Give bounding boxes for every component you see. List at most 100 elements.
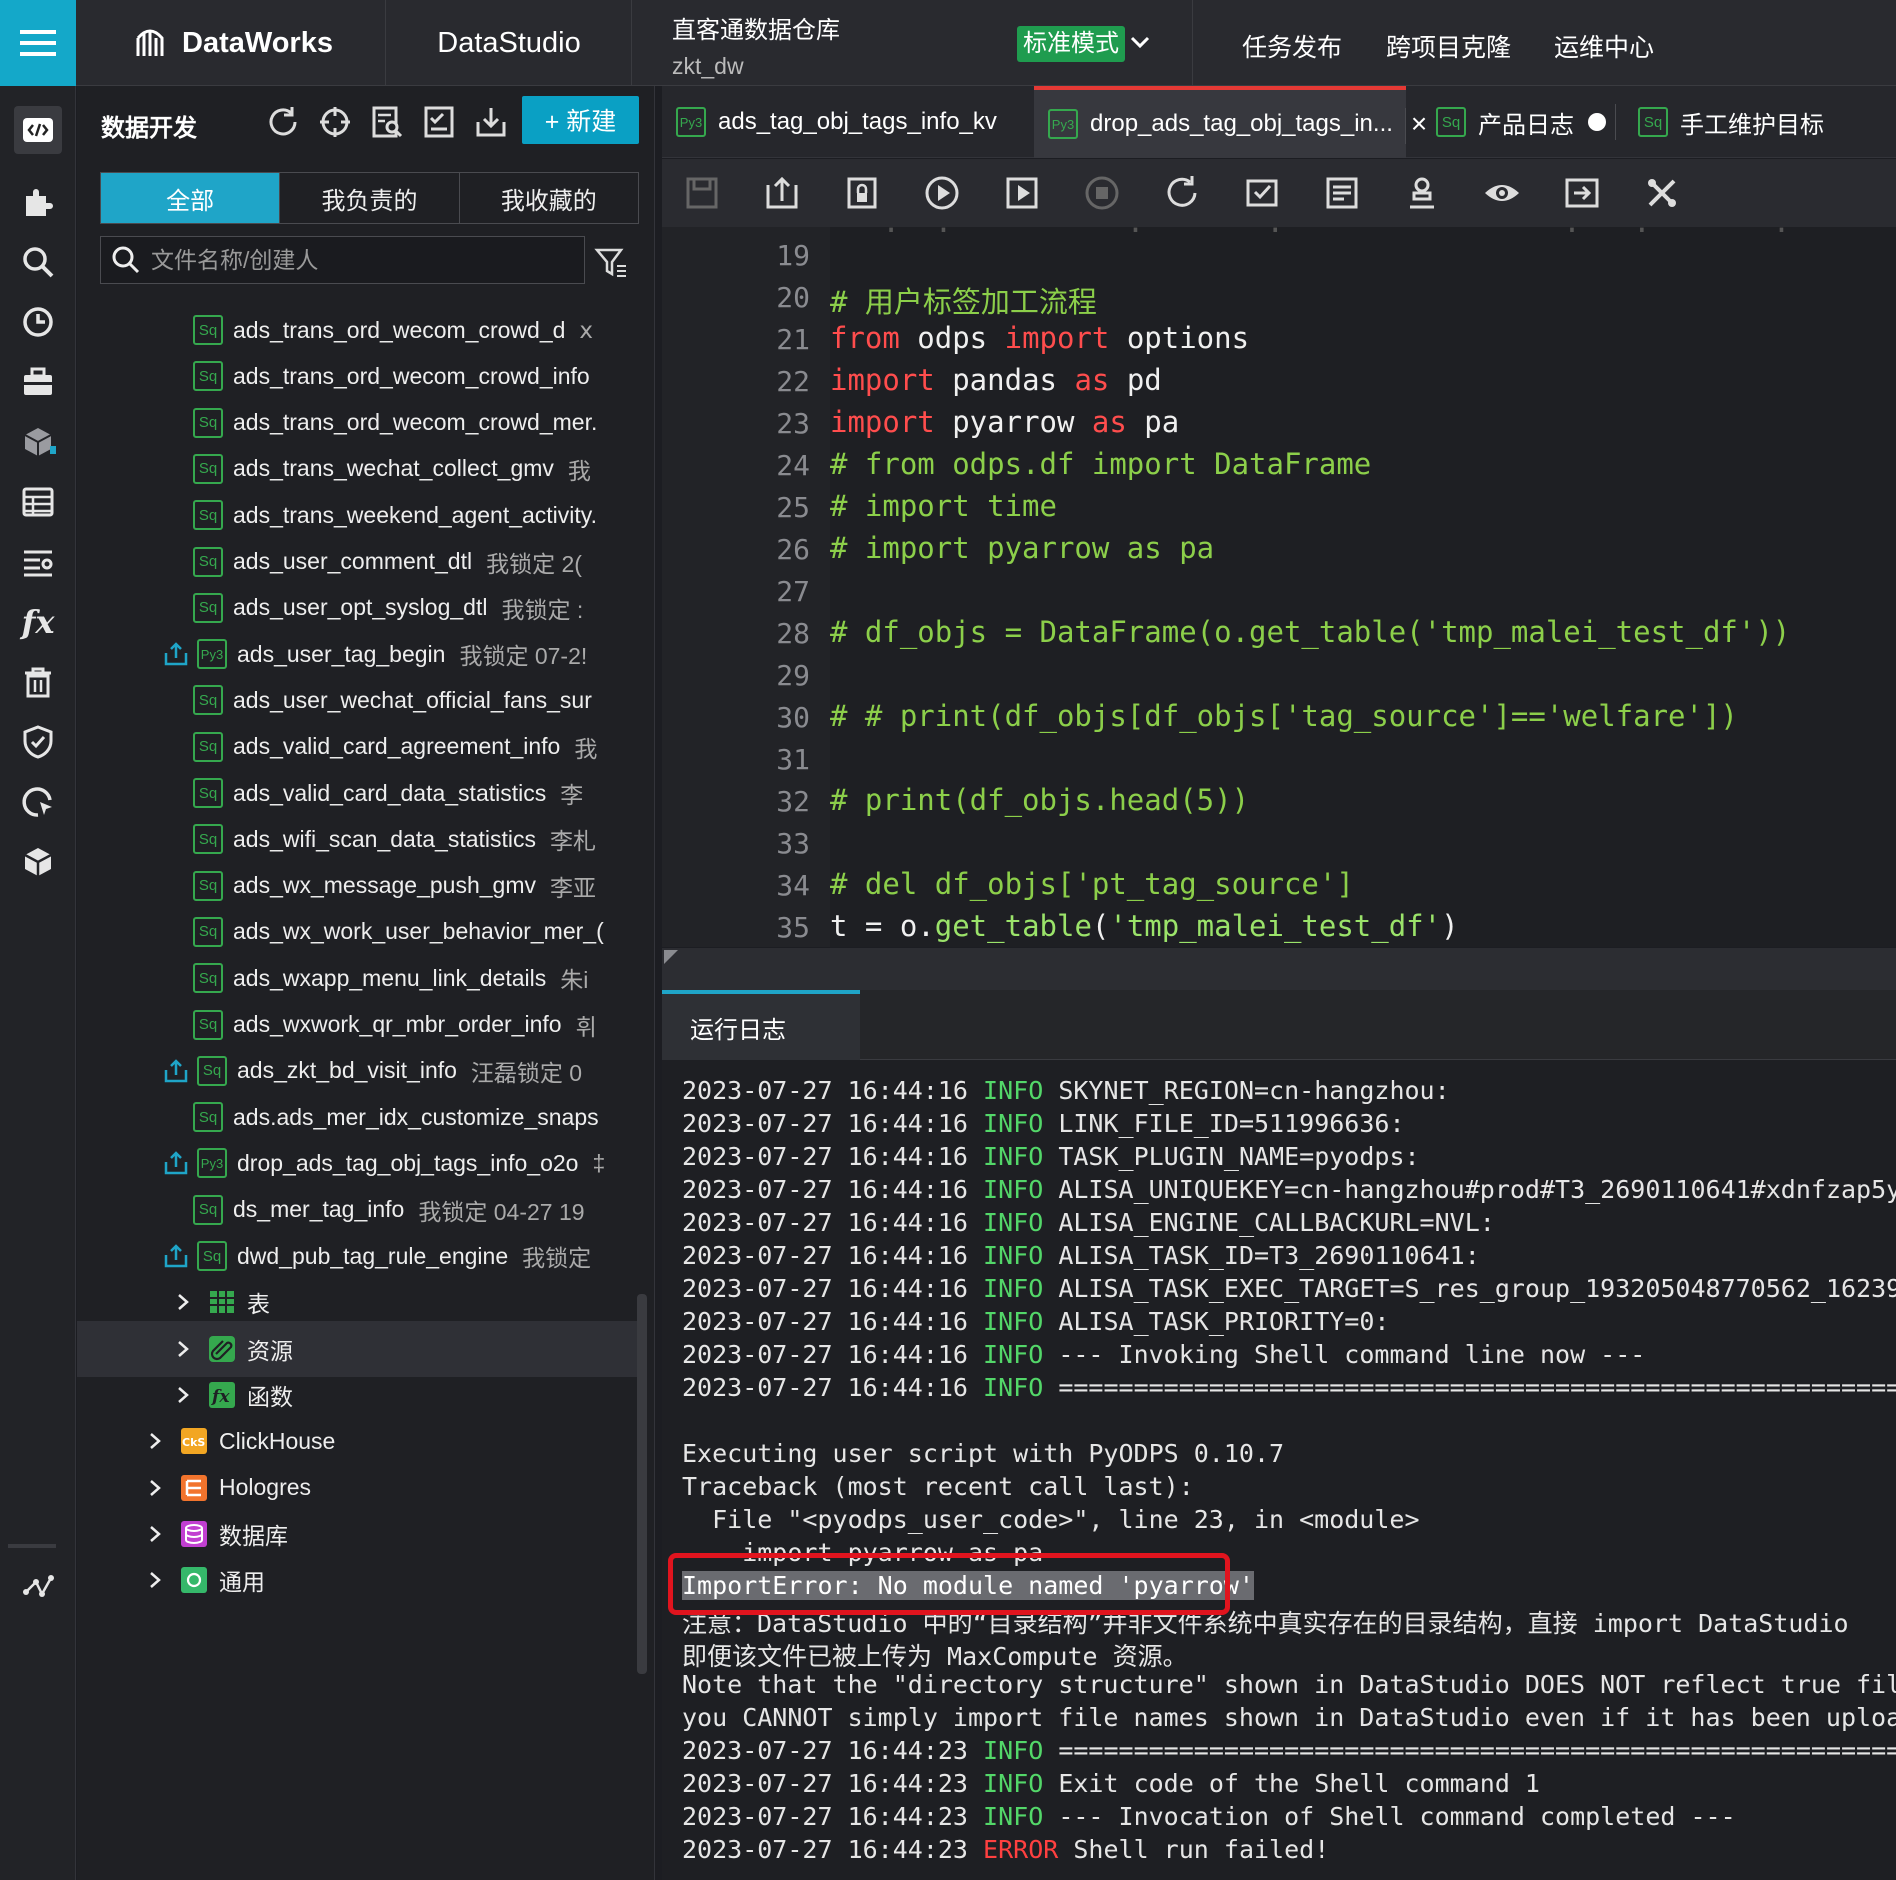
project-name: 直客通数据仓库 xyxy=(672,17,840,44)
refresh-icon[interactable] xyxy=(265,104,301,140)
divider xyxy=(8,1544,56,1548)
trash-icon[interactable] xyxy=(14,658,62,706)
sidebar-scrollbar[interactable] xyxy=(637,1294,647,1674)
code-token: from xyxy=(830,321,900,355)
log-timestamp: 2023-07-27 16:44:16 xyxy=(682,1208,968,1237)
tab-mine[interactable]: 我负责的 xyxy=(280,173,460,223)
shield-check-icon[interactable] xyxy=(14,718,62,766)
user-stamp-icon[interactable] xyxy=(1402,173,1442,213)
refresh-cursor-icon[interactable] xyxy=(14,778,62,826)
puzzle-icon[interactable] xyxy=(14,178,62,226)
code-editor[interactable]: 19 20 21 22 23 24 25 26 27 28 29 30 31 32 33 34 35 . . .… xyxy=(662,227,1896,947)
run-with-params-icon[interactable] xyxy=(1002,173,1042,213)
goto-ops-icon[interactable] xyxy=(1562,173,1602,213)
search-input[interactable] xyxy=(151,246,571,274)
log-level: INFO xyxy=(983,1769,1044,1798)
checklist-icon[interactable] xyxy=(421,104,457,140)
precompile-icon[interactable] xyxy=(1242,173,1282,213)
brand-name: DataWorks xyxy=(182,26,333,59)
chevron-right-icon[interactable] xyxy=(145,1570,165,1590)
nav-ops-center[interactable]: 运维中心 xyxy=(1554,28,1654,64)
file-name: ads_trans_ord_wecom_crowd_d xyxy=(233,316,566,343)
editor-tab[interactable]: Py3 ads_tag_obj_tags_info_kv xyxy=(662,86,1037,158)
line-number: 25 xyxy=(776,491,810,524)
log-line: 2023-07-27 16:44:23 INFO --- Invocation … xyxy=(682,1802,1896,1835)
search-icon[interactable] xyxy=(14,238,62,286)
table-icon[interactable] xyxy=(14,478,62,526)
log-message: ALISA_TASK_ID=T3_2690110641: xyxy=(1058,1241,1480,1270)
nav-cross-project-clone[interactable]: 跨项目克隆 xyxy=(1386,28,1511,64)
run-icon[interactable] xyxy=(922,173,962,213)
nav-task-publish[interactable]: 任务发布 xyxy=(1242,28,1342,64)
table-icon xyxy=(210,1291,234,1314)
chevron-right-icon[interactable] xyxy=(145,1478,165,1498)
mode-badge[interactable]: 标准模式 xyxy=(1017,26,1125,62)
function-fx-icon[interactable]: fx xyxy=(14,598,62,646)
editor-tab[interactable]: Py3 drop_ads_tag_obj_tags_in... × xyxy=(1034,86,1427,158)
cube-icon[interactable] xyxy=(14,418,62,466)
briefcase-icon[interactable] xyxy=(14,358,62,406)
file-name: ads_wx_work_user_behavior_mer_( xyxy=(233,918,604,945)
chevron-right-icon[interactable] xyxy=(173,1385,193,1405)
tab-all[interactable]: 全部 xyxy=(101,173,281,223)
editor-tab[interactable]: Sq 产品日志 xyxy=(1422,86,1616,158)
chevron-right-icon[interactable] xyxy=(145,1431,165,1451)
editor-tab[interactable]: Sq 手工维护目标 xyxy=(1624,86,1896,158)
sql-file-icon: Sq xyxy=(193,500,223,531)
code-line: from odps import options xyxy=(830,321,1249,355)
folder-name: 数据库 xyxy=(219,1522,288,1549)
log-line: File "<pyodps_user_code>", line 23, in <… xyxy=(682,1505,1896,1538)
file-meta: 我锁定 07-2! xyxy=(459,643,588,670)
stop-icon[interactable] xyxy=(1082,173,1122,213)
brand[interactable]: DataWorks xyxy=(76,0,386,86)
log-output: 2023-07-27 16:44:16 INFO SKYNET_REGION=c… xyxy=(682,1076,1896,1876)
sql-file-icon: Sq xyxy=(193,731,223,762)
code-dev-icon[interactable] xyxy=(14,106,62,154)
file-name: dwd_pub_tag_rule_engine xyxy=(237,1242,509,1269)
filter-icon[interactable] xyxy=(593,244,629,280)
unsaved-dot-icon xyxy=(1588,113,1606,131)
sql-file-icon: Sq xyxy=(197,1055,227,1086)
project-selector[interactable]: 直客通数据仓库 zkt_dw xyxy=(672,10,840,80)
chevron-right-icon[interactable] xyxy=(173,1292,193,1312)
code-token: # # print(df_objs[df_objs['tag_source']=… xyxy=(830,699,1738,733)
package-icon[interactable] xyxy=(14,838,62,886)
module-name[interactable]: DataStudio xyxy=(387,0,632,86)
preview-eye-icon[interactable] xyxy=(1482,173,1522,213)
chevron-down-icon[interactable] xyxy=(1128,30,1152,54)
new-button[interactable]: + 新建 xyxy=(522,96,639,144)
chevron-right-icon[interactable] xyxy=(173,1339,193,1359)
panel-splitter[interactable] xyxy=(662,948,1896,990)
chevron-right-icon[interactable] xyxy=(145,1524,165,1544)
graph-nodes-icon[interactable] xyxy=(14,1562,62,1610)
hamburger-menu-icon[interactable] xyxy=(0,0,76,86)
code-token: odps xyxy=(899,321,1005,355)
list-settings-icon[interactable] xyxy=(14,538,62,586)
save-icon[interactable] xyxy=(682,173,722,213)
log-timestamp: 2023-07-27 16:44:16 xyxy=(682,1274,968,1303)
import-icon[interactable] xyxy=(473,104,509,140)
history-icon[interactable] xyxy=(14,298,62,346)
sql-file-icon: Sq xyxy=(193,963,223,994)
locate-icon[interactable] xyxy=(317,104,353,140)
code-token: t = o. xyxy=(830,909,935,943)
clickhouse-icon: CkS xyxy=(181,1428,207,1455)
line-number: 30 xyxy=(776,701,810,734)
collapse-corner-icon[interactable] xyxy=(664,950,678,964)
tree-folder-general[interactable]: 通用 xyxy=(77,1552,645,1608)
format-icon[interactable] xyxy=(1322,173,1362,213)
folder-name: 资源 xyxy=(247,1337,293,1364)
log-message: --- Invocation of Shell command complete… xyxy=(1058,1802,1736,1831)
tab-favorites[interactable]: 我收藏的 xyxy=(460,173,638,223)
submit-icon[interactable] xyxy=(762,173,802,213)
tools-icon[interactable] xyxy=(1642,173,1682,213)
line-gutter: 19 20 21 22 23 24 25 26 27 28 29 30 31 32 33 34 35 xyxy=(662,227,830,947)
search-doc-icon[interactable] xyxy=(369,104,405,140)
log-message: Exit code of the Shell command 1 xyxy=(1058,1769,1540,1798)
divider xyxy=(1405,108,1406,144)
tab-run-log[interactable]: 运行日志 xyxy=(662,990,860,1060)
file-name: ads_user_wechat_official_fans_sur xyxy=(233,686,592,713)
steal-lock-icon[interactable] xyxy=(842,173,882,213)
code-token: pyarrow xyxy=(934,405,1092,439)
reload-icon[interactable] xyxy=(1162,173,1202,213)
